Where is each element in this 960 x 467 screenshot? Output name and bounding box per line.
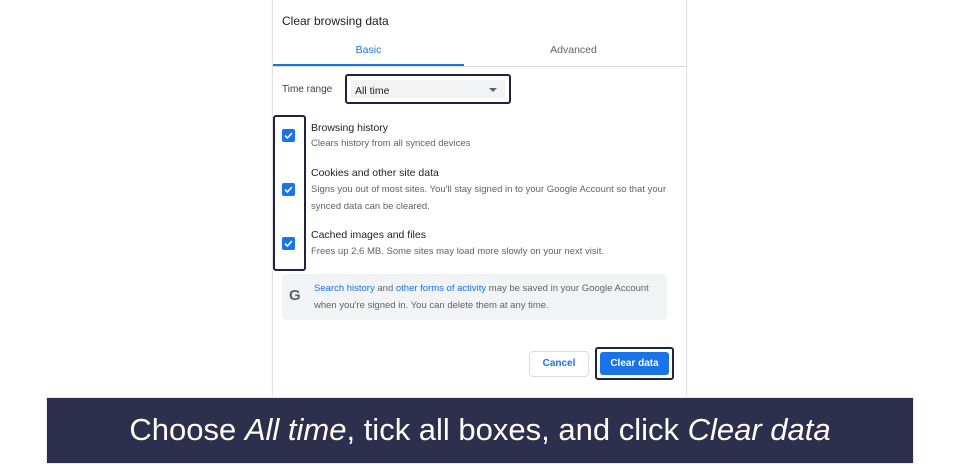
checkmark-icon [284,240,293,248]
tab-basic[interactable]: Basic [273,40,464,66]
info-text: Search history and other forms of activi… [314,280,659,314]
other-activity-link[interactable]: other forms of activity [396,283,486,294]
caption-emphasis: Clear data [687,412,831,447]
google-account-info-box: G Search history and other forms of acti… [282,274,667,320]
cached-images-title: Cached images and files [311,229,426,241]
clear-data-button[interactable]: Clear data [600,352,669,375]
browsing-history-checkbox[interactable] [282,129,295,142]
cached-images-description: Frees up 2.6 MB. Some sites may load mor… [311,246,605,257]
google-g-icon: G [289,287,301,304]
caption-emphasis: All time [244,412,347,447]
tab-bar: Basic Advanced [273,40,686,66]
tabs-divider [273,66,686,67]
caption-part: , tick all boxes, and click [346,412,688,447]
browsing-history-title: Browsing history [311,122,389,134]
time-range-label: Time range [282,84,333,95]
tab-advanced[interactable]: Advanced [471,40,676,64]
dropdown-arrow-icon [489,88,497,92]
cookies-checkbox[interactable] [282,183,295,196]
caption-text: Choose All time, tick all boxes, and cli… [47,412,913,448]
cached-images-checkbox[interactable] [282,237,295,250]
cookies-description: Signs you out of most sites. You'll stay… [311,184,667,212]
cookies-title: Cookies and other site data [311,167,439,179]
checkmark-icon [284,186,293,194]
time-range-highlight: All time [345,74,511,104]
caption-part: Choose [129,412,245,447]
clear-browsing-data-dialog: Clear browsing data Basic Advanced Time … [272,0,687,400]
clear-data-highlight: Clear data [595,347,674,380]
search-history-link[interactable]: Search history [314,283,375,294]
instruction-caption: Choose All time, tick all boxes, and cli… [46,397,914,464]
time-range-value: All time [355,85,390,97]
cancel-button[interactable]: Cancel [529,351,589,377]
dialog-title: Clear browsing data [282,14,389,28]
checkmark-icon [284,132,293,140]
info-text-part: and [374,283,396,294]
time-range-select[interactable]: All time [351,80,505,98]
browsing-history-description: Clears history from all synced devices [311,138,471,149]
